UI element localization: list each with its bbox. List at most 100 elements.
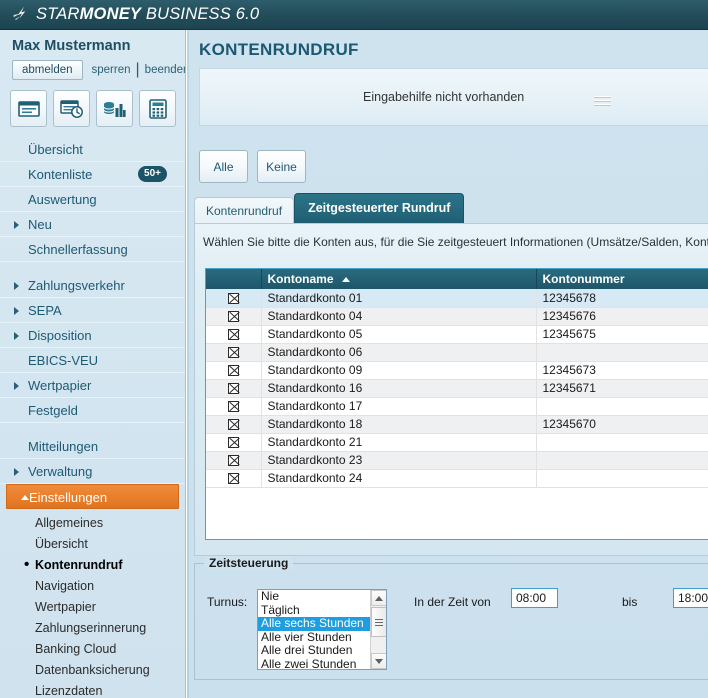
- sidebar-subitem-navigation[interactable]: Navigation: [0, 576, 185, 597]
- scroll-down-button[interactable]: [371, 653, 386, 669]
- logo-money: MONEY: [79, 5, 142, 23]
- column-header-kontonummer[interactable]: Kontonummer: [536, 269, 708, 289]
- checkbox-checked-icon[interactable]: [227, 365, 239, 377]
- tab-panel: Wählen Sie bitte die Konten aus, für die…: [194, 223, 708, 556]
- checkbox-checked-icon[interactable]: [227, 293, 239, 305]
- table-row[interactable]: Standardkonto 17: [206, 397, 708, 416]
- tab-zeitgesteuerter-rundruf[interactable]: Zeitgesteuerter Rundruf: [294, 193, 465, 224]
- checkbox-checked-icon[interactable]: [227, 401, 239, 413]
- finance-chart-button[interactable]: [96, 90, 133, 127]
- table-row[interactable]: Standardkonto 23: [206, 451, 708, 470]
- handle-line: [594, 100, 611, 102]
- checkbox-checked-icon[interactable]: [227, 419, 239, 431]
- time-to-input[interactable]: [673, 588, 708, 608]
- time-from-input[interactable]: [511, 588, 558, 608]
- sidebar-item-mitteilungen[interactable]: Mitteilungen: [0, 434, 185, 459]
- row-checkbox-cell[interactable]: [206, 397, 262, 416]
- application-window: STARMONEY BUSINESS 6.0 Max Mustermann ab…: [0, 0, 708, 698]
- sidebar-item-ebics-veu[interactable]: EBICS-VEU: [0, 348, 185, 373]
- turnus-option[interactable]: Alle drei Stunden: [258, 643, 386, 658]
- sidebar-item-neu[interactable]: Neu: [0, 212, 185, 237]
- sidebar-subitem-datenbanksicherung[interactable]: Datenbanksicherung: [0, 660, 185, 681]
- sidebar-subitem-lizenzdaten[interactable]: Lizenzdaten: [0, 681, 185, 698]
- select-none-button[interactable]: Keine: [257, 150, 306, 183]
- row-checkbox-cell[interactable]: [206, 469, 262, 488]
- cell-kontoname: Standardkonto 23: [261, 451, 537, 470]
- table-row[interactable]: Standardkonto 21: [206, 433, 708, 452]
- row-checkbox-cell[interactable]: [206, 307, 262, 326]
- sidebar-subitem-wertpapier[interactable]: Wertpapier: [0, 597, 185, 618]
- turnus-option[interactable]: Täglich: [258, 603, 386, 618]
- accounts-table-container[interactable]: Kontoname Kontonummer Standardkonto 01 1…: [205, 268, 708, 540]
- cell-kontoname: Standardkonto 06: [261, 343, 537, 362]
- sidebar-subitem-uebersicht[interactable]: Übersicht: [0, 534, 185, 555]
- checkbox-checked-icon[interactable]: [227, 329, 239, 341]
- checkbox-checked-icon[interactable]: [227, 347, 239, 359]
- grip-line: [375, 618, 383, 620]
- turnus-listbox[interactable]: Nie Täglich Alle sechs Stunden Alle vier…: [257, 589, 387, 670]
- checkbox-checked-icon[interactable]: [227, 473, 239, 485]
- checkbox-checked-icon[interactable]: [227, 437, 239, 449]
- resize-handle[interactable]: [594, 96, 611, 106]
- sidebar-item-sepa[interactable]: SEPA: [0, 298, 185, 323]
- sidebar-item-einstellungen[interactable]: Einstellungen: [6, 484, 179, 509]
- select-all-button[interactable]: Alle: [199, 150, 248, 183]
- quit-link[interactable]: beenden: [145, 64, 185, 76]
- checkbox-checked-icon[interactable]: [227, 383, 239, 395]
- sidebar-item-kontenliste[interactable]: Kontenliste 50+: [0, 162, 185, 187]
- row-checkbox-cell[interactable]: [206, 289, 262, 308]
- sidebar-item-auswertung[interactable]: Auswertung: [0, 187, 185, 212]
- row-checkbox-cell[interactable]: [206, 379, 262, 398]
- turnus-option-selected[interactable]: Alle sechs Stunden: [258, 616, 386, 631]
- sidebar-subitem-banking-cloud[interactable]: Banking Cloud: [0, 639, 185, 660]
- checkbox-checked-icon[interactable]: [227, 455, 239, 467]
- statement-history-button[interactable]: [53, 90, 90, 127]
- scroll-up-button[interactable]: [371, 590, 386, 606]
- row-checkbox-cell[interactable]: [206, 361, 262, 380]
- row-checkbox-cell[interactable]: [206, 325, 262, 344]
- table-row[interactable]: Standardkonto 06: [206, 343, 708, 362]
- sidebar-item-festgeld[interactable]: Festgeld: [0, 398, 185, 423]
- tab-kontenrundruf[interactable]: Kontenrundruf: [194, 197, 295, 224]
- sidebar-item-disposition[interactable]: Disposition: [0, 323, 185, 348]
- table-row[interactable]: Standardkonto 24: [206, 469, 708, 488]
- column-header-kontoname[interactable]: Kontoname: [261, 269, 537, 289]
- sidebar-subitem-label: Navigation: [35, 579, 95, 593]
- row-checkbox-cell[interactable]: [206, 451, 262, 470]
- sidebar-subitem-zahlungserinnerung[interactable]: Zahlungserinnerung: [0, 618, 185, 639]
- row-checkbox-cell[interactable]: [206, 415, 262, 434]
- table-row[interactable]: Standardkonto 18 12345670: [206, 415, 708, 434]
- sidebar-subitem-kontenrundruf[interactable]: Kontenrundruf: [0, 554, 185, 576]
- logout-button[interactable]: abmelden: [12, 60, 83, 80]
- page-title: KONTENRUNDRUF: [199, 40, 359, 59]
- sidebar-subitem-label: Übersicht: [35, 537, 88, 551]
- column-header-checkbox[interactable]: [206, 269, 262, 289]
- table-row[interactable]: Standardkonto 04 12345676: [206, 307, 708, 326]
- calculator-button[interactable]: [139, 90, 176, 127]
- turnus-option[interactable]: Nie: [258, 590, 386, 604]
- table-row[interactable]: Standardkonto 16 12345671: [206, 379, 708, 398]
- account-statement-button[interactable]: [10, 90, 47, 127]
- sidebar-item-wertpapier[interactable]: Wertpapier: [0, 373, 185, 398]
- instruction-text: Wählen Sie bitte die Konten aus, für die…: [203, 235, 708, 249]
- app-logo: STARMONEY BUSINESS 6.0: [0, 5, 259, 25]
- row-checkbox-cell[interactable]: [206, 433, 262, 452]
- sidebar-item-uebersicht[interactable]: Übersicht: [0, 137, 185, 162]
- sidebar-item-schnellerfassung[interactable]: Schnellerfassung: [0, 237, 185, 262]
- table-row[interactable]: Standardkonto 09 12345673: [206, 361, 708, 380]
- cell-kontoname: Standardkonto 18: [261, 415, 537, 434]
- table-row[interactable]: Standardkonto 05 12345675: [206, 325, 708, 344]
- listbox-scrollbar[interactable]: [370, 590, 386, 669]
- cell-kontoname: Standardkonto 09: [261, 361, 537, 380]
- sidebar-item-zahlungsverkehr[interactable]: Zahlungsverkehr: [0, 273, 185, 298]
- turnus-option[interactable]: Alle vier Stunden: [258, 630, 386, 645]
- checkbox-checked-icon[interactable]: [227, 311, 239, 323]
- table-row[interactable]: Standardkonto 01 12345678: [206, 289, 708, 308]
- sidebar-item-verwaltung[interactable]: Verwaltung: [0, 459, 185, 484]
- input-help-text: Eingabehilfe nicht vorhanden: [363, 90, 525, 104]
- scrollbar-thumb[interactable]: [371, 607, 386, 637]
- lock-link[interactable]: sperren: [92, 64, 131, 76]
- turnus-option[interactable]: Alle zwei Stunden: [258, 657, 386, 669]
- sidebar-subitem-allgemeines[interactable]: Allgemeines: [0, 513, 185, 534]
- row-checkbox-cell[interactable]: [206, 343, 262, 362]
